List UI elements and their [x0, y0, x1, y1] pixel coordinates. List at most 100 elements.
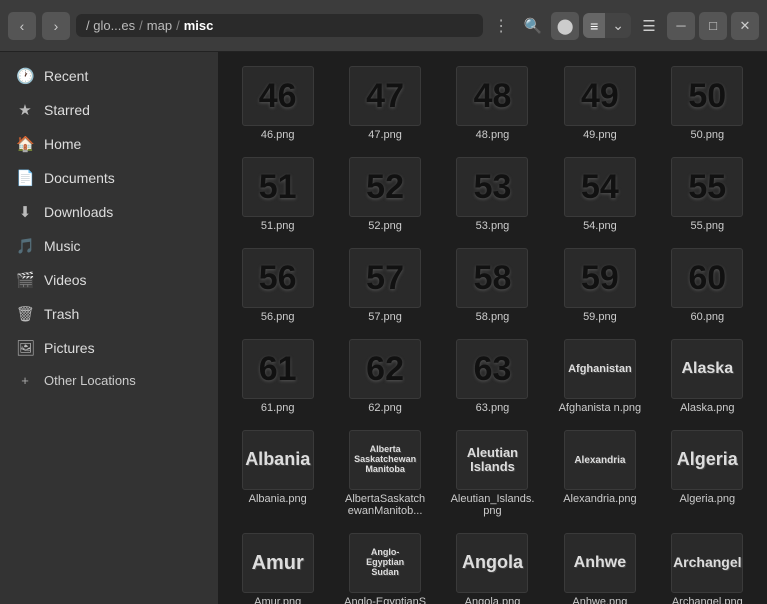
file-name-59: 59.png — [583, 311, 617, 323]
file-item-amur[interactable]: Amur Amur.png — [226, 527, 329, 604]
sidebar-item-other-locations[interactable]: + Other Locations — [0, 366, 218, 395]
sidebar-label-pictures: Pictures — [44, 340, 95, 356]
file-thumb-anglo: Anglo-Egyptian Sudan — [349, 533, 421, 593]
list-view-button[interactable]: ≡ — [583, 13, 605, 38]
file-name-anhwe: Anhwe.png — [572, 596, 627, 604]
file-thumb-alexandria: Alexandria — [564, 430, 636, 490]
file-name-51: 51.png — [261, 220, 295, 232]
file-item-52[interactable]: 52 52.png — [333, 151, 436, 238]
file-thumb-afghanistan: Afghanistan — [564, 339, 636, 399]
file-item-55[interactable]: 55 55.png — [656, 151, 759, 238]
close-button[interactable]: ✕ — [731, 12, 759, 40]
sidebar-label-home: Home — [44, 136, 81, 152]
file-item-alaska[interactable]: Alaska Alaska.png — [656, 333, 759, 420]
file-thumb-57: 57 — [349, 248, 421, 308]
breadcrumb-menu-button[interactable]: ⋮ — [489, 16, 513, 36]
menu-button[interactable]: ☰ — [635, 12, 663, 40]
toggle-button[interactable]: ⬤ — [551, 12, 579, 40]
file-name-50: 50.png — [690, 129, 724, 141]
starred-icon: ★ — [16, 101, 34, 119]
file-item-angola[interactable]: Angola Angola.png — [441, 527, 544, 604]
file-name-55: 55.png — [690, 220, 724, 232]
sidebar-label-trash: Trash — [44, 306, 79, 322]
sidebar-item-pictures[interactable]: 🖼 Pictures — [0, 332, 218, 364]
file-thumb-51: 51 — [242, 157, 314, 217]
music-icon: 🎵 — [16, 237, 34, 255]
file-name-alaska: Alaska.png — [680, 402, 734, 414]
file-thumb-53: 53 — [456, 157, 528, 217]
file-item-60[interactable]: 60 60.png — [656, 242, 759, 329]
file-item-57[interactable]: 57 57.png — [333, 242, 436, 329]
file-item-48[interactable]: 48 48.png — [441, 60, 544, 147]
file-item-alexandria[interactable]: Alexandria Alexandria.png — [548, 424, 651, 523]
file-thumb-60: 60 — [671, 248, 743, 308]
file-name-53: 53.png — [476, 220, 510, 232]
file-item-anhwe[interactable]: Anhwe Anhwe.png — [548, 527, 651, 604]
pictures-icon: 🖼 — [16, 339, 34, 357]
file-item-63[interactable]: 63 63.png — [441, 333, 544, 420]
file-name-52: 52.png — [368, 220, 402, 232]
breadcrumb: / glo...es / map / misc — [76, 14, 483, 37]
file-thumb-48: 48 — [456, 66, 528, 126]
file-name-60: 60.png — [690, 311, 724, 323]
sidebar-item-recent[interactable]: 🕐 Recent — [0, 60, 218, 92]
file-name-54: 54.png — [583, 220, 617, 232]
search-button[interactable]: 🔍 — [519, 12, 547, 40]
file-thumb-49: 49 — [564, 66, 636, 126]
file-name-58: 58.png — [476, 311, 510, 323]
breadcrumb-sep1: / — [139, 18, 143, 33]
file-item-archangel[interactable]: Archangel Archangel.png — [656, 527, 759, 604]
file-name-alexandria: Alexandria.png — [563, 493, 636, 505]
file-item-anglo[interactable]: Anglo-Egyptian Sudan Anglo-EgyptianSudan… — [333, 527, 436, 604]
file-item-aleutian[interactable]: Aleutian Islands Aleutian_Islands.png — [441, 424, 544, 523]
file-item-56[interactable]: 56 56.png — [226, 242, 329, 329]
file-item-53[interactable]: 53 53.png — [441, 151, 544, 238]
file-item-50[interactable]: 50 50.png — [656, 60, 759, 147]
maximize-button[interactable]: □ — [699, 12, 727, 40]
file-item-albania[interactable]: Albania Albania.png — [226, 424, 329, 523]
file-thumb-63: 63 — [456, 339, 528, 399]
sidebar-item-videos[interactable]: 🎬 Videos — [0, 264, 218, 296]
file-item-49[interactable]: 49 49.png — [548, 60, 651, 147]
chevron-button[interactable]: ⌄ — [605, 13, 631, 38]
file-item-51[interactable]: 51 51.png — [226, 151, 329, 238]
file-item-46[interactable]: 46 46.png — [226, 60, 329, 147]
file-item-alberta[interactable]: Alberta Saskatchewan Manitoba AlbertaSas… — [333, 424, 436, 523]
forward-button[interactable]: › — [42, 12, 70, 40]
file-thumb-62: 62 — [349, 339, 421, 399]
file-thumb-47: 47 — [349, 66, 421, 126]
titlebar-actions: 🔍 ⬤ ≡ ⌄ ☰ ─ □ ✕ — [519, 12, 759, 40]
file-name-62: 62.png — [368, 402, 402, 414]
sidebar-label-other-locations: Other Locations — [44, 373, 136, 388]
file-item-afghanistan[interactable]: Afghanistan Afghanista n.png — [548, 333, 651, 420]
file-item-59[interactable]: 59 59.png — [548, 242, 651, 329]
file-thumb-amur: Amur — [242, 533, 314, 593]
sidebar-item-downloads[interactable]: ⬇ Downloads — [0, 196, 218, 228]
sidebar-item-starred[interactable]: ★ Starred — [0, 94, 218, 126]
minimize-button[interactable]: ─ — [667, 12, 695, 40]
recent-icon: 🕐 — [16, 67, 34, 85]
file-item-54[interactable]: 54 54.png — [548, 151, 651, 238]
file-item-algeria[interactable]: Algeria Algeria.png — [656, 424, 759, 523]
file-thumb-archangel: Archangel — [671, 533, 743, 593]
downloads-icon: ⬇ — [16, 203, 34, 221]
file-item-62[interactable]: 62 62.png — [333, 333, 436, 420]
back-button[interactable]: ‹ — [8, 12, 36, 40]
file-grid: 46 46.png 47 47.png 48 48.png 49 49.png … — [218, 52, 767, 604]
file-name-archangel: Archangel.png — [672, 596, 743, 604]
file-name-algeria: Algeria.png — [679, 493, 735, 505]
file-item-58[interactable]: 58 58.png — [441, 242, 544, 329]
file-name-aleutian: Aleutian_Islands.png — [450, 493, 535, 517]
sidebar-label-downloads: Downloads — [44, 204, 113, 220]
sidebar-item-trash[interactable]: 🗑 Trash — [0, 298, 218, 330]
file-name-48: 48.png — [476, 129, 510, 141]
view-toggle: ≡ ⌄ — [583, 13, 631, 38]
sidebar-item-home[interactable]: 🏠 Home — [0, 128, 218, 160]
sidebar-item-documents[interactable]: 📄 Documents — [0, 162, 218, 194]
file-item-47[interactable]: 47 47.png — [333, 60, 436, 147]
file-name-56: 56.png — [261, 311, 295, 323]
main-layout: 🕐 Recent ★ Starred 🏠 Home 📄 Documents ⬇ … — [0, 52, 767, 604]
file-thumb-aleutian: Aleutian Islands — [456, 430, 528, 490]
sidebar-item-music[interactable]: 🎵 Music — [0, 230, 218, 262]
file-item-61[interactable]: 61 61.png — [226, 333, 329, 420]
